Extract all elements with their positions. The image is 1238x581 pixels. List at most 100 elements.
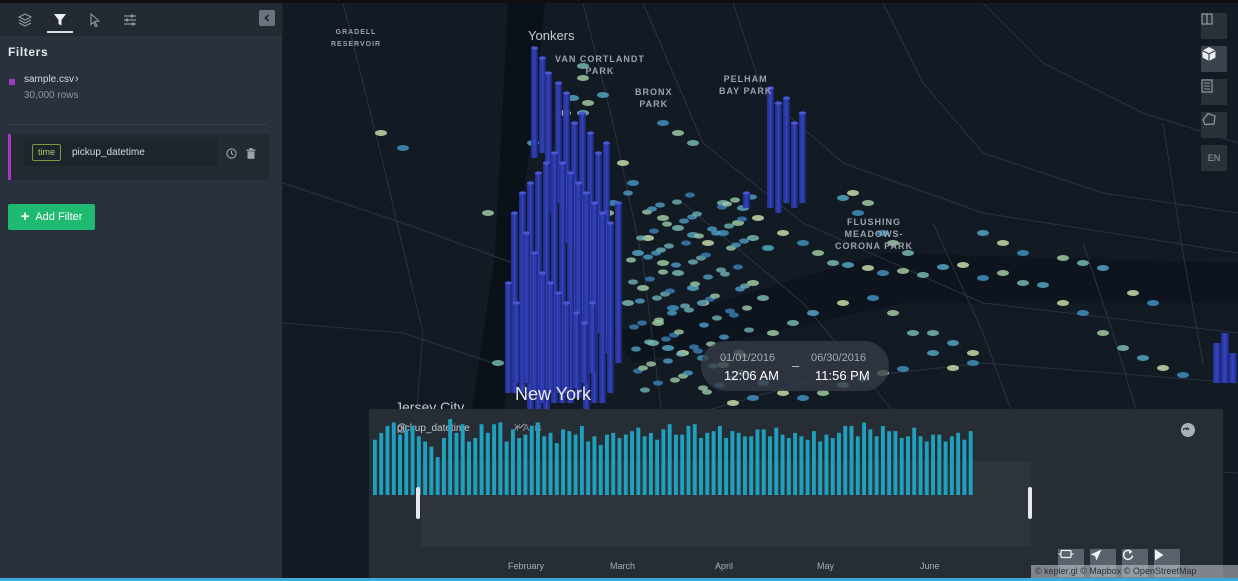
histogram-bar (724, 438, 729, 495)
tab-base-map[interactable] (117, 9, 143, 31)
histogram-bar (636, 427, 641, 495)
histogram-bar (517, 438, 522, 495)
histogram-bar (510, 429, 515, 495)
histogram-bar (435, 457, 440, 495)
filter-field-selector[interactable]: time pickup_datetime (24, 139, 218, 166)
histogram-bar (504, 441, 509, 495)
histogram-bar (761, 429, 766, 495)
histogram-bar (811, 431, 816, 495)
histogram-bar (623, 434, 628, 495)
time-playback-toggle[interactable] (224, 146, 238, 160)
histogram-bar (799, 436, 804, 495)
dataset-row-count: 30,000 rows (24, 90, 79, 101)
histogram-bar (398, 434, 402, 495)
end-date: 06/30/2016 (811, 352, 867, 364)
filter-field-name: pickup_datetime (72, 147, 145, 158)
place-label-yonkers: Yonkers (528, 28, 575, 43)
dataset-name[interactable]: sample.csv (24, 74, 74, 85)
histogram-bar (548, 432, 553, 495)
tab-layers[interactable] (12, 9, 38, 31)
month-tick: June (920, 561, 940, 571)
histogram-bar (705, 432, 710, 495)
histogram-bar (931, 434, 935, 495)
histogram-bar (774, 427, 779, 495)
histogram-bar (962, 439, 967, 495)
tab-filters[interactable] (47, 9, 73, 33)
place-label-gradell: GRADELL RESERVOIR (331, 29, 382, 48)
draw-polygon-button[interactable] (1201, 112, 1227, 138)
histogram-bar (717, 425, 722, 495)
histogram-bar (849, 425, 854, 495)
histogram-bar (423, 441, 428, 495)
histogram-bar (642, 436, 647, 495)
add-filter-label: Add Filter (35, 211, 83, 223)
split-map-button[interactable] (1201, 13, 1227, 39)
histogram-bar (385, 425, 390, 495)
histogram-bar (862, 422, 867, 495)
histogram-bar (561, 429, 566, 495)
split-icon (1201, 13, 1213, 25)
delete-filter-button[interactable] (244, 146, 258, 160)
add-filter-button[interactable]: + Add Filter (8, 204, 95, 230)
histogram-bar (824, 434, 829, 495)
histogram-bar (805, 439, 810, 495)
range-start-handle[interactable] (416, 487, 420, 519)
histogram-bar (611, 432, 616, 495)
histogram-bar (887, 431, 892, 495)
place-label-pelham: PELHAM BAY PARK (719, 74, 773, 96)
layers-icon (18, 13, 32, 27)
map-attribution[interactable]: © kepler.gl © Mapbox © OpenStreetMap (1031, 565, 1238, 578)
histogram-bar (855, 436, 860, 495)
histogram-bar (899, 438, 904, 495)
histogram-bar (943, 441, 948, 495)
histogram-bar (573, 434, 578, 495)
histogram-bar (391, 422, 396, 495)
collapse-panel-button[interactable] (259, 10, 275, 26)
chevron-right-icon[interactable]: › (75, 73, 79, 85)
language-button[interactable]: EN (1201, 145, 1227, 171)
time-range-display: 01/01/2016 12:06 AM – 06/30/2016 11:56 P… (701, 341, 889, 391)
histogram-bar (674, 434, 678, 495)
histogram-bar (956, 432, 961, 495)
legend-button[interactable] (1201, 79, 1227, 105)
histogram-bar (749, 436, 754, 495)
histogram-bar (837, 432, 841, 495)
range-separator: – (792, 358, 800, 373)
trash-icon (246, 147, 256, 159)
histogram-bar (880, 425, 885, 495)
range-end-handle[interactable] (1028, 487, 1032, 519)
clock-icon (225, 147, 237, 159)
histogram-bar (485, 432, 490, 495)
histogram-bar (479, 424, 484, 495)
start-date: 01/01/2016 (720, 352, 776, 364)
histogram-bar (598, 444, 603, 495)
chevron-left-icon (264, 14, 270, 22)
histogram-bar (467, 441, 471, 495)
histogram-bar (937, 434, 942, 495)
cube-icon (1202, 47, 1216, 61)
month-tick: April (715, 561, 734, 571)
histogram-bar (523, 434, 528, 495)
histogram-bar (968, 431, 973, 495)
histogram-bar (793, 432, 798, 495)
histogram-bar (529, 425, 534, 495)
histogram-bar (648, 432, 653, 495)
legend-icon (1201, 79, 1213, 93)
histogram-bar (686, 425, 691, 495)
map-canvas[interactable]: GRADELL RESERVOIR Yonkers VAN CORTLANDT PA… (283, 3, 1238, 578)
histogram-bar (567, 431, 572, 495)
fit-icon (1058, 549, 1074, 559)
histogram-bar (592, 436, 597, 495)
speed-settings-button[interactable] (1181, 423, 1195, 437)
histogram-bar (661, 429, 666, 495)
histogram-bar (912, 427, 917, 495)
histogram-bar (893, 431, 898, 495)
histogram-bar (454, 432, 459, 495)
tab-interactions[interactable] (82, 9, 108, 31)
panel-title: Filters (8, 45, 49, 59)
histogram-bar (554, 443, 559, 495)
3d-view-button[interactable] (1201, 46, 1227, 72)
side-panel: Filters sample.csv › 30,000 rows time pi… (0, 3, 283, 578)
place-label-van-cortlandt: VAN CORTLANDT PARK (555, 54, 645, 76)
month-tick: February (508, 561, 545, 571)
